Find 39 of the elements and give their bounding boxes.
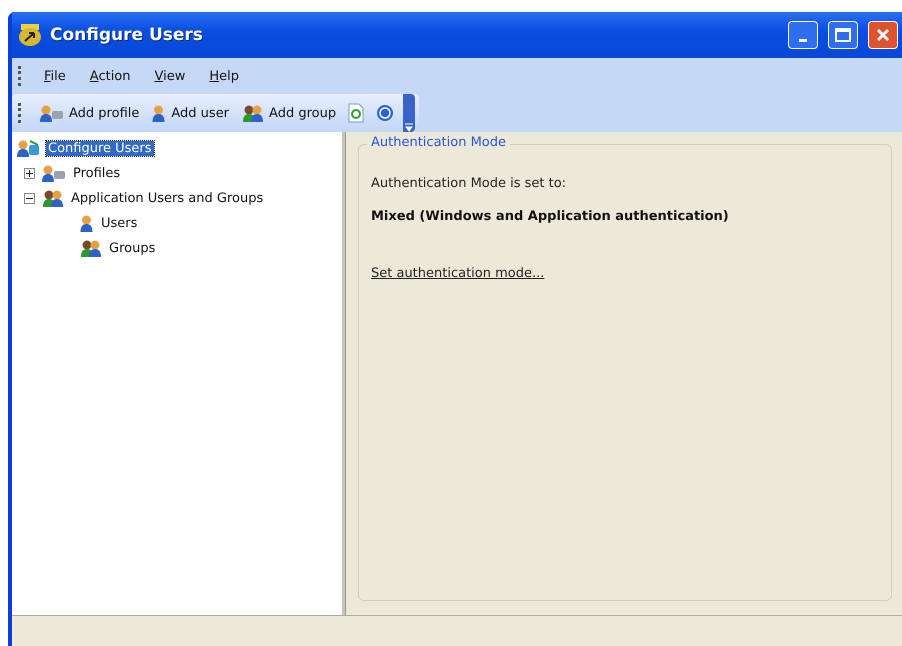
- expand-button[interactable]: [24, 168, 35, 179]
- toolbar-button[interactable]: Add profile: [36, 102, 142, 124]
- minimize-icon: [799, 38, 807, 42]
- maximize-button[interactable]: [828, 21, 858, 49]
- menu-item[interactable]: File: [34, 66, 76, 86]
- toolbar-button[interactable]: Add group: [238, 102, 340, 124]
- window-title: Configure Users: [50, 25, 204, 45]
- maximize-icon: [835, 28, 851, 42]
- close-icon: [876, 28, 890, 42]
- minus-icon: [26, 195, 33, 202]
- refresh-icon: [348, 103, 364, 123]
- people-icon: [241, 104, 266, 122]
- set-mode-link[interactable]: Set authentication mode...: [371, 266, 544, 281]
- profile-icon: [39, 104, 65, 122]
- people-icon: [16, 138, 42, 158]
- tree-item[interactable]: Profiles: [71, 166, 122, 181]
- person-icon: [151, 104, 168, 122]
- toolbar-button[interactable]: Add user: [148, 102, 232, 124]
- chevron-down-icon: [405, 122, 414, 132]
- tree-item[interactable]: Groups: [107, 241, 158, 256]
- person-icon: [79, 214, 95, 233]
- menu-item[interactable]: View: [144, 66, 196, 86]
- people-icon: [79, 239, 103, 258]
- toolbar-overflow-button[interactable]: [403, 94, 416, 132]
- tree-item[interactable]: Application Users and Groups: [69, 191, 266, 206]
- profile-icon: [41, 164, 67, 183]
- menu-item[interactable]: Action: [80, 66, 141, 86]
- status-text: Authentication Mode is set to:: [371, 176, 566, 191]
- app-icon: [18, 23, 44, 47]
- collapse-button[interactable]: [24, 193, 35, 204]
- help-icon: [376, 104, 394, 122]
- tree-item[interactable]: Configure Users: [46, 141, 154, 156]
- people-icon: [41, 189, 65, 208]
- close-button[interactable]: [868, 21, 898, 49]
- mode-text: Mixed (Windows and Application authentication): [371, 209, 729, 224]
- tree-item[interactable]: Users: [99, 216, 140, 231]
- plus-icon: [26, 170, 33, 177]
- minimize-button[interactable]: [788, 21, 818, 49]
- menu-item[interactable]: Help: [199, 66, 250, 86]
